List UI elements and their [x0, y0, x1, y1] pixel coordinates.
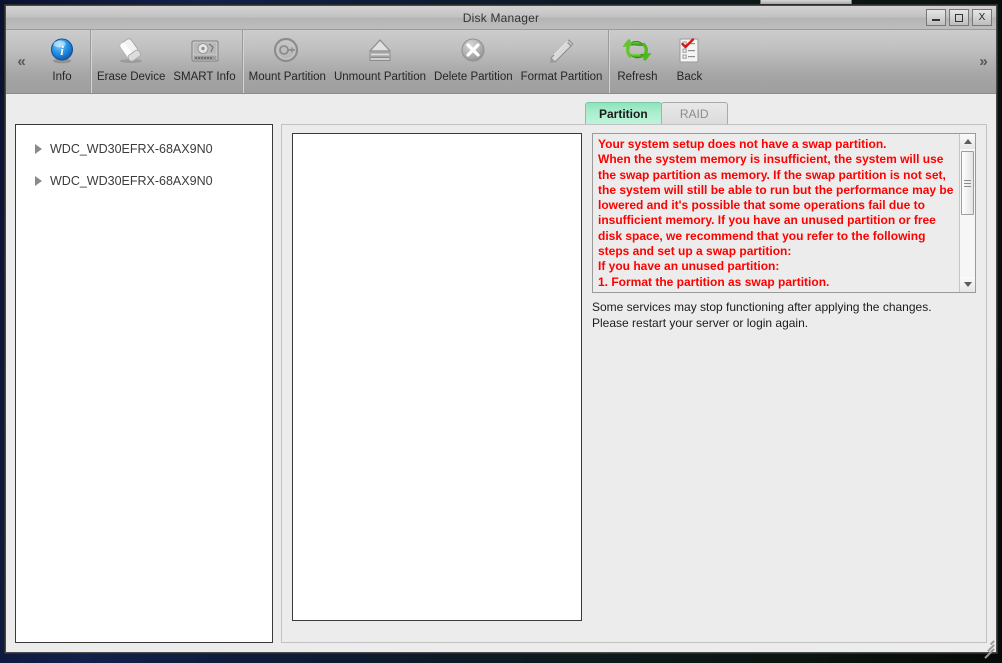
- toolbar-button-smart-info[interactable]: SMART Info: [169, 30, 239, 93]
- info-icon: i: [47, 34, 77, 68]
- eraser-icon: [114, 34, 148, 68]
- toolbar-button-refresh[interactable]: Refresh: [611, 30, 663, 93]
- harddisk-icon: [189, 34, 221, 68]
- partition-detail-box: [292, 133, 582, 621]
- minimize-button[interactable]: [926, 9, 946, 26]
- tree-item-label: WDC_WD30EFRX-68AX9N0: [50, 174, 213, 188]
- toolbar-label-back: Back: [676, 71, 703, 83]
- toolbar-group-info: i Info: [34, 30, 91, 93]
- triangle-up-icon: [963, 139, 972, 144]
- toolbar-scroll-right-button[interactable]: »: [968, 30, 996, 93]
- checklist-icon: [674, 34, 704, 68]
- tab-strip: Partition RAID: [15, 102, 987, 124]
- scrollbar-thumb[interactable]: [961, 151, 974, 215]
- warning-line-3: If you have an unused partition:: [598, 259, 780, 274]
- content-panes: WDC_WD30EFRX-68AX9N0 WDC_WD30EFRX-68AX9N…: [15, 124, 987, 643]
- note-line-1: Some services may stop functioning after…: [592, 300, 932, 314]
- maximize-icon: [955, 13, 963, 22]
- toolbar-button-unmount-partition[interactable]: Unmount Partition: [330, 30, 430, 93]
- tab-partition[interactable]: Partition: [585, 102, 662, 124]
- scroll-down-button[interactable]: [960, 277, 975, 292]
- toolbar-button-info[interactable]: i Info: [36, 30, 88, 93]
- swap-warning-box: Your system setup does not have a swap p…: [592, 133, 976, 293]
- toolbar-group-actions: Refresh Back: [609, 30, 717, 93]
- swap-warning-text: Your system setup does not have a swap p…: [593, 134, 959, 292]
- main-toolbar: « i Info Erase Device SMART Info Mount P…: [6, 30, 996, 94]
- toolbar-group-device: Erase Device SMART Info: [91, 30, 243, 93]
- toolbar-button-groups: i Info Erase Device SMART Info Mount Par…: [34, 30, 968, 93]
- window-resize-grip[interactable]: [980, 636, 995, 658]
- tab-raid[interactable]: RAID: [660, 102, 728, 124]
- chevron-right-icon[interactable]: [30, 144, 46, 154]
- delete-circle-icon: [457, 34, 489, 68]
- window-titlebar[interactable]: Disk Manager X: [6, 6, 996, 30]
- maximize-button[interactable]: [949, 9, 969, 26]
- disk-manager-window: Disk Manager X « i Info Erase Device SMA…: [5, 5, 997, 658]
- toolbar-label-mount-partition: Mount Partition: [248, 71, 326, 83]
- warning-column: Your system setup does not have a swap p…: [592, 133, 976, 632]
- svg-text:i: i: [60, 43, 64, 58]
- toolbar-label-erase-device: Erase Device: [97, 71, 166, 83]
- minimize-icon: [932, 19, 940, 21]
- toolbar-button-mount-partition[interactable]: Mount Partition: [245, 30, 330, 93]
- refresh-icon: [622, 34, 653, 68]
- window-content: Partition RAID WDC_WD30EFRX-68AX9N0 WDC_…: [6, 94, 996, 652]
- grip-lines-icon: [964, 178, 971, 189]
- chevron-right-icon[interactable]: [30, 176, 46, 186]
- tree-item-disk-1[interactable]: WDC_WD30EFRX-68AX9N0: [16, 133, 272, 165]
- toolbar-button-back[interactable]: Back: [663, 30, 715, 93]
- toolbar-label-unmount-partition: Unmount Partition: [333, 71, 427, 83]
- eject-icon: [363, 34, 397, 68]
- warning-line-4: 1. Format the partition as swap partitio…: [598, 274, 830, 289]
- window-title: Disk Manager: [462, 10, 540, 25]
- triangle-down-icon: [963, 282, 972, 287]
- toolbar-label-info: Info: [52, 71, 72, 83]
- toolbar-label-delete-partition: Delete Partition: [434, 71, 513, 83]
- tree-item-label: WDC_WD30EFRX-68AX9N0: [50, 142, 213, 156]
- toolbar-button-erase-device[interactable]: Erase Device: [93, 30, 169, 93]
- window-controls: X: [926, 9, 992, 26]
- format-pencil-icon: [545, 34, 579, 68]
- toolbar-button-delete-partition[interactable]: Delete Partition: [430, 30, 517, 93]
- toolbar-scroll-left-button[interactable]: «: [6, 30, 34, 93]
- warning-line-2: When the system memory is insufficient, …: [598, 152, 954, 259]
- warning-scrollbar[interactable]: [959, 134, 975, 292]
- scrollbar-track[interactable]: [960, 149, 975, 277]
- tree-item-disk-2[interactable]: WDC_WD30EFRX-68AX9N0: [16, 165, 272, 197]
- note-line-2: Please restart your server or login agai…: [592, 316, 809, 330]
- warning-line-1: Your system setup does not have a swap p…: [598, 137, 887, 151]
- toolbar-group-partition-ops: Mount Partition Unmount Partition Delete…: [243, 30, 610, 93]
- plug-icon: [271, 34, 303, 68]
- disk-tree-panel: WDC_WD30EFRX-68AX9N0 WDC_WD30EFRX-68AX9N…: [15, 124, 273, 643]
- toolbar-label-format-partition: Format Partition: [520, 71, 603, 83]
- toolbar-label-smart-info: SMART Info: [173, 71, 236, 83]
- toolbar-label-refresh: Refresh: [617, 71, 658, 83]
- close-button[interactable]: X: [972, 9, 992, 26]
- toolbar-button-format-partition[interactable]: Format Partition: [517, 30, 607, 93]
- scroll-up-button[interactable]: [960, 134, 975, 149]
- partition-panel: Your system setup does not have a swap p…: [281, 124, 987, 643]
- restart-note: Some services may stop functioning after…: [592, 299, 976, 331]
